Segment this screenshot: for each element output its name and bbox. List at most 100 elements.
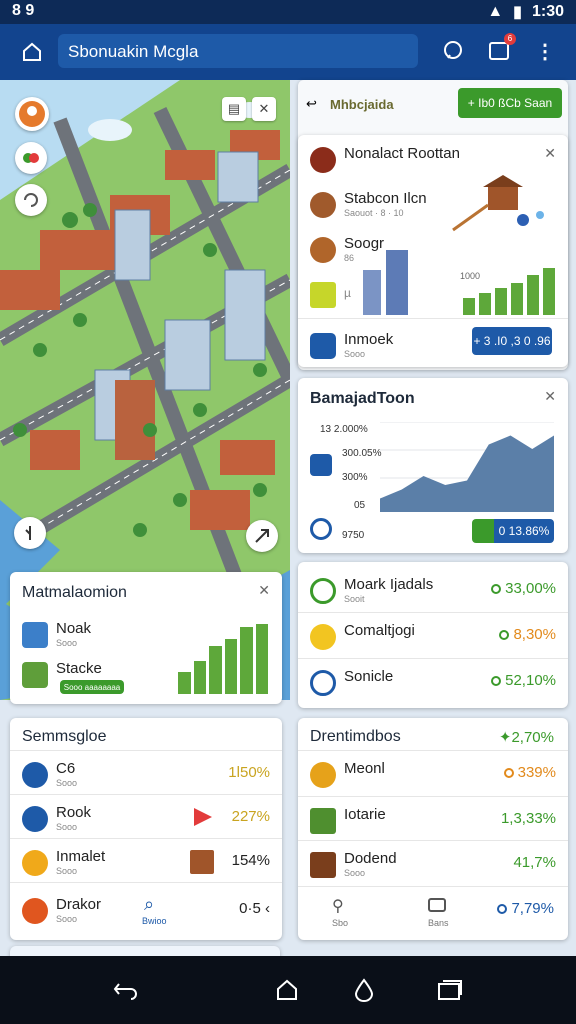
item-name: Dodend — [344, 850, 397, 867]
list-item[interactable]: C6 Sooo 1l50% — [10, 752, 282, 796]
list-item[interactable]: Comaltjogi 8,30% — [298, 614, 568, 658]
arch-icon — [310, 670, 336, 696]
item-value: 33,00% — [491, 580, 556, 597]
signal-icon: ▲ — [487, 3, 504, 20]
chest-icon — [310, 852, 336, 878]
more-icon[interactable]: ⋮ — [532, 38, 558, 64]
trend-pill[interactable]: 0 13.86% — [472, 519, 554, 543]
list-item[interactable]: Inmalet Sooo 154% — [10, 840, 282, 884]
item-name: Iotarie — [344, 806, 386, 823]
notifications-icon[interactable]: 6 — [486, 33, 516, 64]
trends-title-value: ✦2,70% — [498, 729, 554, 746]
detail-bars — [178, 620, 268, 694]
tab-label[interactable]: Mhbcjaida — [330, 97, 394, 112]
coin-icon — [22, 850, 48, 876]
add-button[interactable]: + Ib0 ßCb Saan — [458, 88, 562, 118]
item-name: Drakor — [56, 896, 102, 913]
status-left: 8 9 — [12, 2, 35, 19]
item-value: 8,30% — [499, 626, 556, 643]
flame-icon — [22, 898, 48, 924]
bar — [495, 287, 507, 315]
bar — [511, 282, 523, 315]
status-time: 1:30 — [531, 3, 564, 20]
search-icon[interactable]: ⌕ — [144, 894, 154, 915]
item-sub: Saouot · 8 · 10 — [344, 208, 404, 218]
item-name: Stabcon Ilcn — [344, 190, 427, 207]
list-item[interactable]: Drakor Sooo ⌕ Bwioo 0·5 ‹ — [10, 888, 282, 932]
box-icon — [310, 282, 336, 308]
item-sub: µ — [344, 286, 351, 300]
search-label: Bwioo — [142, 916, 167, 926]
home-icon[interactable] — [14, 34, 50, 70]
play-icon — [194, 808, 212, 826]
item-name: Stacke — [56, 660, 102, 677]
layers-icon[interactable] — [15, 142, 47, 174]
resource-panel: ↩ Mhbcjaida + Ib0 ßCb Saan ✕ Nonalact Ro… — [298, 80, 568, 370]
assistant-icon[interactable] — [348, 974, 380, 1006]
summary-card: Semmsgloe C6 Sooo 1l50% Rook Sooo 227% I… — [10, 718, 282, 940]
tower-illustration — [363, 250, 408, 315]
compass-icon — [22, 762, 48, 788]
back-icon[interactable] — [110, 974, 142, 1006]
bar — [193, 660, 206, 694]
expand-icon[interactable] — [246, 520, 278, 552]
list-item[interactable]: Sonicle 52,10% — [298, 660, 568, 704]
list-item[interactable]: Dodend Sooo 41,7% — [298, 842, 568, 886]
building-icon[interactable]: ▤ — [222, 97, 246, 121]
list-item[interactable]: Iotarie 1,3,33% — [298, 798, 568, 842]
trends-title: Drentimdbos — [310, 728, 401, 745]
books-icon — [190, 850, 214, 874]
app-bar: Sbonuakin Mcgla 6 ⋮ — [0, 24, 576, 80]
item-sub: Sooo — [56, 638, 78, 648]
refresh-icon[interactable] — [15, 184, 47, 216]
bar — [240, 627, 253, 694]
production-bars — [463, 265, 555, 315]
chart-footnote: 9750 — [342, 530, 365, 541]
item-sub: Sooo — [344, 349, 366, 359]
map-icon — [22, 662, 48, 688]
value-button[interactable]: + 3 .I0 ,3 0 .96 — [472, 327, 552, 355]
workshop-illustration — [452, 175, 544, 232]
bar — [178, 671, 191, 694]
close-icon[interactable]: ✕ — [544, 388, 556, 405]
book-icon — [310, 578, 336, 604]
avatar[interactable] — [15, 97, 49, 131]
back-icon[interactable]: ↩ — [306, 96, 317, 112]
list-item[interactable]: Meonl 339% — [298, 752, 568, 796]
close-icon[interactable]: ✕ — [258, 582, 270, 599]
progress-pill[interactable]: Sooo aaaaaaaa — [60, 680, 124, 694]
bar — [463, 297, 475, 315]
close-icon[interactable]: ✕ — [252, 97, 276, 121]
item-name: Comaltjogi — [344, 622, 415, 639]
rocket-icon[interactable]: ⚲ — [332, 896, 344, 916]
home-icon[interactable] — [271, 974, 303, 1006]
item-sub: Sooo — [344, 868, 366, 878]
summary-title: Semmsgloe — [22, 728, 107, 745]
chart-title: BamajadToon — [310, 390, 415, 407]
recents-icon[interactable] — [434, 974, 466, 1006]
footer-label: Sbo — [332, 918, 349, 928]
chat-icon[interactable] — [440, 38, 466, 64]
coins-icon — [310, 762, 336, 788]
detail-card: Matmalaomion ✕ Noak Sooo Stacke Sooo aaa… — [10, 572, 282, 704]
battery-icon: ▮ — [513, 4, 522, 21]
list-item[interactable]: Rook Sooo 227% — [10, 796, 282, 840]
calendar-icon — [310, 454, 332, 476]
tick-label: 300.05% — [342, 448, 382, 459]
list-item[interactable]: Moark Ijadals Sooit 33,00% — [298, 568, 568, 612]
item-value: 227% — [231, 808, 270, 825]
camera-icon[interactable] — [428, 898, 446, 912]
pin-icon[interactable] — [14, 517, 46, 549]
notification-badge: 6 — [504, 33, 516, 45]
item-name: C6 — [56, 760, 76, 777]
calendar-icon — [310, 333, 336, 359]
trend-area-chart — [380, 422, 554, 512]
item-sub: Sooit — [344, 594, 365, 604]
bar — [543, 267, 555, 315]
footer-value: 7,79% — [497, 900, 554, 917]
item-name: Sonicle — [344, 668, 394, 685]
tick-label: 05 — [354, 500, 366, 511]
search-input[interactable]: Sbonuakin Mcgla — [58, 34, 418, 68]
tick-label: 13 2.000% — [320, 424, 368, 435]
status-bar: 8 9 ▲ ▮ 1:30 — [0, 0, 576, 24]
